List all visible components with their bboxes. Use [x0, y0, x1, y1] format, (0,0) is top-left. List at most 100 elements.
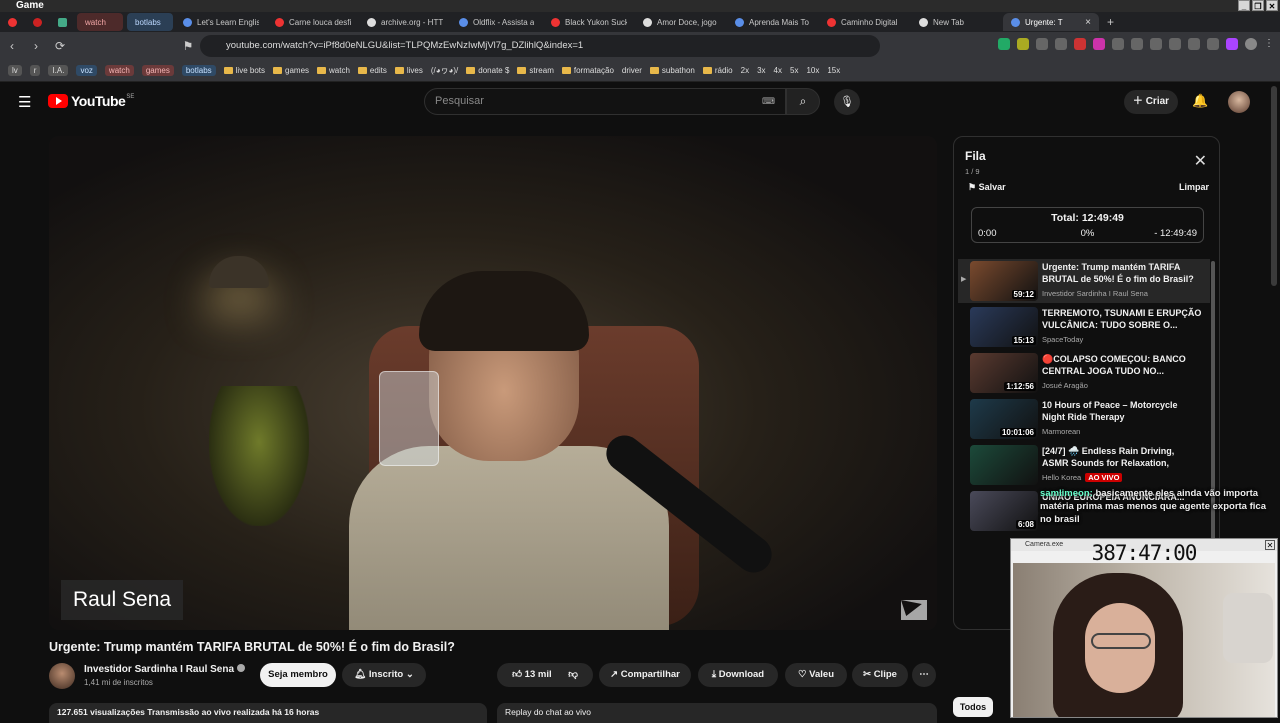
keyboard-icon[interactable]: ⌨ [762, 89, 775, 114]
forward-icon[interactable]: › [24, 39, 48, 53]
close-tab-icon[interactable]: × [1085, 17, 1091, 28]
extension-icon[interactable] [1074, 38, 1086, 50]
bookmark-item[interactable]: 5x [790, 66, 798, 75]
search-button[interactable]: ⌕ [786, 88, 820, 115]
tab-pinned-2[interactable] [50, 13, 75, 31]
share-button[interactable]: ↗ Compartilhar [599, 663, 691, 687]
user-avatar[interactable] [1228, 91, 1250, 113]
more-actions-button[interactable]: ⋯ [912, 663, 936, 687]
clip-button[interactable]: ✂ Clipe [852, 663, 908, 687]
tab-pinned[interactable] [25, 13, 50, 31]
bookmark-item[interactable]: lv [8, 65, 22, 76]
bookmark-item[interactable]: (/◕ヮ◕)/ [431, 65, 458, 76]
bookmark-item[interactable]: botlabs [181, 65, 216, 76]
camera-window[interactable]: Camera.exe ✕ 387:47:00 [1010, 538, 1278, 718]
like-dislike-group[interactable]: 👍︎ 13 mil 👎︎ [497, 663, 593, 687]
extension-icon[interactable] [1017, 38, 1029, 50]
hamburger-menu-icon[interactable]: ☰ [18, 93, 31, 111]
thanks-button[interactable]: ♡ Valeu [785, 663, 847, 687]
queue-item[interactable]: ▶ 59:12 Urgente: Trump mantém TARIFA BRUTA… [958, 259, 1210, 303]
browser-tab[interactable]: Let's Learn English [175, 13, 267, 31]
extension-icon[interactable] [1112, 38, 1124, 50]
tab-search-icon[interactable] [0, 13, 25, 31]
browser-tab[interactable]: watch [77, 13, 123, 31]
channel-avatar[interactable] [49, 663, 75, 689]
queue-clear-button[interactable]: Limpar [1179, 182, 1209, 192]
browser-tab[interactable]: New Tab [911, 13, 1003, 31]
profile-icon[interactable] [1245, 38, 1257, 50]
queue-thumbnail[interactable]: 15:13 [970, 307, 1038, 347]
queue-thumbnail[interactable]: 10:01:06 [970, 399, 1038, 439]
browser-tab[interactable]: Amor Doce, jogo [635, 13, 727, 31]
close-icon[interactable]: ✕ [1194, 151, 1207, 171]
bookmark-icon[interactable]: ⚑ [176, 39, 200, 53]
subscribed-button[interactable]: 🔔︎ Inscrito ⌄ [342, 663, 426, 687]
bookmark-item[interactable]: rádio [702, 66, 733, 75]
browser-tab[interactable]: Black Yukon Sucke [543, 13, 635, 31]
filter-chip-all[interactable]: Todos [953, 697, 993, 717]
bookmark-item[interactable]: 4x [774, 66, 782, 75]
bookmark-item[interactable]: voz [76, 65, 97, 76]
queue-save-button[interactable]: ⚑ Salvar [968, 182, 1006, 193]
new-tab-button[interactable]: + [1099, 13, 1122, 31]
bookmark-item[interactable]: formatação [561, 66, 614, 75]
browser-tab[interactable]: Caminho Digital [819, 13, 911, 31]
queue-thumbnail[interactable]: 1:12:56 [970, 353, 1038, 393]
browser-tab[interactable]: archive.org - HTT [359, 13, 451, 31]
extension-icon[interactable] [998, 38, 1010, 50]
bookmark-item[interactable]: I.A. [48, 65, 69, 76]
notifications-bell-icon[interactable]: 🔔 [1192, 93, 1208, 109]
address-bar[interactable]: youtube.com/watch?v=iPf8d0eNLGU&list=TLP… [200, 35, 880, 57]
queue-item[interactable]: 1:12:56 🔴COLAPSO COMEÇOU: BANCO CENTRAL J… [958, 351, 1210, 395]
queue-thumbnail[interactable]: 59:12 [970, 261, 1038, 301]
extension-icon[interactable] [1036, 38, 1048, 50]
bookmark-item[interactable]: lives [394, 66, 423, 75]
bookmark-item[interactable]: 10x [806, 66, 819, 75]
queue-item[interactable]: [24/7] 🌧️ Endless Rain Driving, ASMR Sou… [958, 443, 1210, 487]
back-icon[interactable]: ‹ [0, 39, 24, 53]
restore-icon[interactable]: ❐ [1252, 0, 1264, 11]
search-input[interactable]: Pesquisar ⌨ [424, 88, 786, 115]
extension-icon[interactable] [1226, 38, 1238, 50]
queue-thumbnail[interactable] [970, 445, 1038, 485]
queue-item[interactable]: 15:13 TERREMOTO, TSUNAMI E ERUPÇÃO VULCÂN… [958, 305, 1210, 349]
channel-name[interactable]: Investidor Sardinha I Raul Sena [84, 664, 246, 675]
bookmark-item[interactable]: r [29, 65, 41, 76]
extension-icon[interactable] [1207, 38, 1219, 50]
bookmark-item[interactable]: watch [104, 65, 134, 76]
page-scrollbar[interactable] [1271, 86, 1277, 286]
extension-icon[interactable] [1131, 38, 1143, 50]
bookmark-item[interactable]: games [273, 66, 309, 75]
extension-icon[interactable] [1055, 38, 1067, 50]
voice-search-button[interactable]: 🎙 [834, 89, 860, 115]
bookmark-item[interactable]: live bots [223, 66, 265, 75]
bookmark-item[interactable]: subathon [649, 66, 695, 75]
thumbs-down-icon[interactable]: 👎︎ [568, 669, 578, 680]
bookmark-item[interactable]: stream [517, 66, 554, 75]
browser-tab[interactable]: Urgente: T × [1003, 13, 1099, 31]
reload-icon[interactable]: ⟳ [48, 39, 72, 53]
bookmark-item[interactable]: donate $ [466, 66, 509, 75]
bookmark-item[interactable]: games [141, 65, 174, 76]
join-button[interactable]: Seja membro [260, 663, 336, 687]
download-button[interactable]: ⤓ Download [698, 663, 778, 687]
bookmark-item[interactable]: 15x [827, 66, 840, 75]
description-box[interactable]: 127.651 visualizações Transmissão ao viv… [49, 703, 487, 723]
browser-tab[interactable]: Oldflix - Assista a [451, 13, 543, 31]
bookmark-item[interactable]: watch [317, 66, 350, 75]
bookmark-item[interactable]: driver [622, 66, 642, 75]
youtube-logo[interactable]: YouTube SE [48, 93, 134, 109]
browser-tab[interactable]: Carne louca desfia [267, 13, 359, 31]
channel-watermark-icon[interactable] [901, 600, 927, 620]
close-window-icon[interactable]: ✕ [1266, 0, 1278, 11]
bookmark-item[interactable]: edits [357, 66, 387, 75]
video-player[interactable]: Raul Sena [49, 136, 937, 630]
menu-icon[interactable]: ⋮ [1264, 38, 1274, 50]
extension-icon[interactable] [1093, 38, 1105, 50]
create-button[interactable]: ＋ Criar [1124, 90, 1178, 114]
browser-tab[interactable]: botlabs [127, 13, 173, 31]
browser-tab[interactable]: Aprenda Mais To [727, 13, 819, 31]
minimize-icon[interactable]: _ [1238, 0, 1250, 11]
extension-icon[interactable] [1188, 38, 1200, 50]
bookmark-item[interactable]: 3x [757, 66, 765, 75]
